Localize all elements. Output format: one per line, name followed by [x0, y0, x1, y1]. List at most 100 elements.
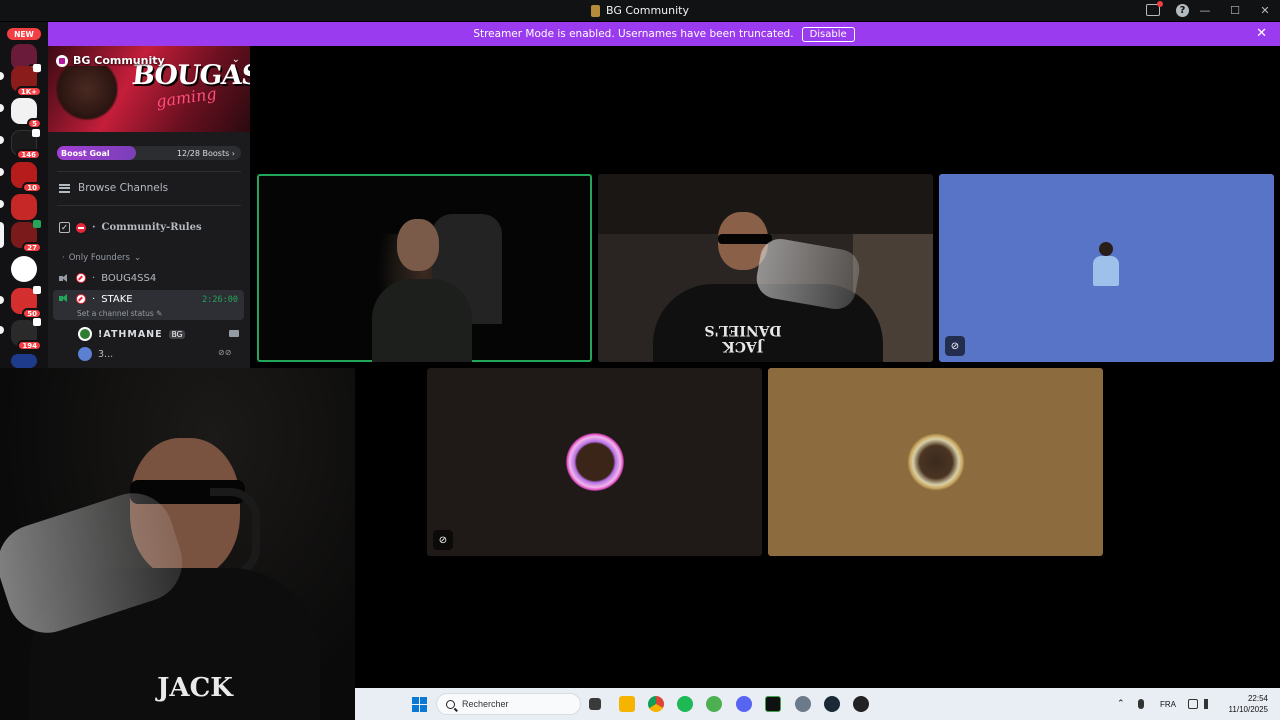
shirt-logo: JACK DANIEL'S: [157, 673, 233, 703]
unread-pip: [0, 326, 4, 334]
language-indicator[interactable]: FRA: [1160, 700, 1176, 710]
voice-channel-stake[interactable]: · STAKE 2:26:00 Set a channel status ✎: [53, 290, 244, 320]
spotify-icon[interactable]: [677, 696, 693, 712]
username: !ATHMANE: [98, 328, 163, 340]
server-icon-10[interactable]: 194: [11, 318, 42, 351]
video-tile-5[interactable]: [768, 368, 1103, 556]
chevron-down-icon: ⌄: [133, 253, 142, 263]
server-icon-4[interactable]: 146: [11, 129, 41, 160]
boost-count: 12/28 Boosts ›: [176, 148, 235, 158]
unread-pip: [0, 104, 4, 112]
channel-community-rules[interactable]: ✓ · Community-Rules: [59, 222, 202, 233]
streamer-mode-banner: Streamer Mode is enabled. Usernames have…: [48, 22, 1280, 46]
server-icon-3[interactable]: 5: [11, 98, 42, 129]
voice-user[interactable]: !ATHMANE BG: [78, 325, 186, 343]
server-icon-9[interactable]: 50: [11, 286, 42, 319]
server-icon-bg-community[interactable]: 27: [11, 220, 42, 253]
voice-channel-name: BOUG4SS4: [101, 272, 157, 284]
voice-channel-name: STAKE: [101, 294, 133, 305]
prohibited-emoji-icon: [76, 294, 86, 304]
discord-icon[interactable]: [736, 696, 752, 712]
minimize-button[interactable]: —: [1190, 0, 1220, 21]
inbox-icon[interactable]: [1146, 1, 1163, 16]
server-icon-8[interactable]: [11, 256, 37, 282]
app-icon[interactable]: [765, 696, 781, 712]
unread-pip: [0, 72, 4, 80]
task-view-icon[interactable]: [589, 698, 601, 710]
category-only-founders[interactable]: · Only Founders ⌄: [62, 253, 141, 263]
unread-pip: [0, 200, 4, 208]
help-icon[interactable]: ?: [1176, 4, 1189, 17]
server-name: BG Community: [73, 54, 165, 67]
server-icon-2[interactable]: 1K+: [11, 64, 42, 97]
speaker-icon: [59, 273, 70, 283]
banner-message: Streamer Mode is enabled. Usernames have…: [473, 28, 794, 40]
call-timer: 2:26:00: [202, 295, 238, 305]
network-icon[interactable]: [1188, 699, 1198, 709]
microphone-icon[interactable]: [1138, 699, 1144, 709]
maximize-button[interactable]: ☐: [1220, 0, 1250, 21]
headset: [210, 488, 260, 578]
voice-prefix: ·: [92, 294, 96, 305]
voice-user[interactable]: 3...: [78, 345, 113, 363]
obs-icon[interactable]: [853, 696, 869, 712]
mention-badge: 194: [17, 340, 42, 351]
video-tile-3[interactable]: ⊘: [939, 174, 1274, 362]
voice-channel-boug4ss4[interactable]: · BOUG4SS4: [53, 268, 244, 288]
close-banner-icon[interactable]: ✕: [1256, 26, 1267, 41]
server-name-header[interactable]: BG Community: [56, 54, 165, 67]
camera-icon: [229, 330, 239, 337]
close-window-button[interactable]: ✕: [1250, 0, 1280, 21]
boost-goal-bar[interactable]: Boost Goal 12/28 Boosts ›: [57, 146, 241, 160]
system-clock[interactable]: 22:54 11/10/2025: [1229, 693, 1268, 715]
server-icon-11[interactable]: [11, 354, 37, 368]
utorrent-icon[interactable]: [706, 696, 722, 712]
window-controls: — ☐ ✕: [1190, 0, 1280, 21]
divider: [57, 205, 241, 206]
video-tile-4[interactable]: ⊘: [427, 368, 762, 556]
background-shelf: [598, 174, 933, 234]
boost-goal-label: Boost Goal: [61, 148, 110, 158]
mention-badge: 1K+: [15, 86, 42, 97]
server-icon-5[interactable]: 10: [11, 162, 42, 193]
window-title: BG Community: [590, 4, 689, 17]
title-bar: BG Community ? — ☐ ✕: [0, 0, 1280, 21]
mute-deafen-icon: ⊘⊘: [218, 348, 232, 357]
windows-start-icon[interactable]: [412, 697, 427, 712]
windows-taskbar: Rechercher ⌃ FRA 22:54 11/10/2025: [355, 688, 1280, 720]
sunglasses: [718, 234, 772, 244]
settings-icon[interactable]: [795, 696, 811, 712]
speaker-indicator-icon: [32, 129, 40, 137]
camera-off-icon: ⊘: [945, 336, 965, 356]
set-channel-status[interactable]: Set a channel status ✎: [77, 309, 162, 318]
mention-badge: 146: [16, 149, 41, 160]
participant-avatar: [565, 433, 624, 491]
clock-date: 11/10/2025: [1228, 705, 1268, 714]
chrome-icon[interactable]: [648, 696, 664, 712]
volume-icon[interactable]: [1204, 699, 1214, 709]
speaker-indicator-icon: [33, 286, 41, 294]
shirt-logo: JACK DANIEL'S: [704, 322, 782, 354]
participant-avatar: [1087, 242, 1127, 292]
channel-name: Community-Rules: [101, 222, 202, 233]
steam-icon[interactable]: [824, 696, 840, 712]
webcam-overlay: JACK DANIEL'S: [0, 368, 355, 720]
prohibited-emoji-icon: [76, 273, 86, 283]
server-rail: NEW 7 1K+ 5 146 10 27: [0, 22, 48, 368]
discord-window: BG Community ? — ☐ ✕ Streamer Mode is en…: [0, 0, 1280, 720]
file-explorer-icon[interactable]: [619, 696, 635, 712]
browse-channels-item[interactable]: Browse Channels: [59, 182, 168, 194]
browse-channels-label: Browse Channels: [78, 182, 169, 194]
video-tile-2[interactable]: JACK DANIEL'S: [598, 174, 933, 362]
taskbar-search[interactable]: Rechercher: [436, 693, 581, 715]
new-badge[interactable]: NEW: [7, 28, 41, 40]
avatar: [78, 327, 92, 341]
disable-streamer-mode-button[interactable]: Disable: [801, 26, 855, 42]
chevron-down-icon[interactable]: ⌄: [232, 54, 240, 65]
divider: [57, 171, 241, 172]
chevron-up-icon[interactable]: ⌃: [1117, 699, 1127, 709]
video-tile-1[interactable]: [257, 174, 592, 362]
server-icon-6[interactable]: [11, 194, 37, 220]
voice-active-icon: [33, 220, 41, 228]
rules-channel-icon: ✓: [59, 222, 70, 233]
